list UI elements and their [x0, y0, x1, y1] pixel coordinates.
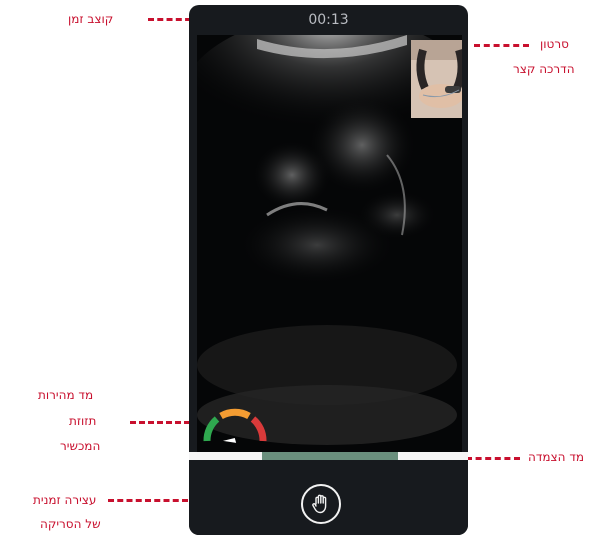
adhesion-meter-fill: [261, 452, 399, 460]
annotation-pause-line2: של הסריקה: [40, 517, 101, 531]
ultrasound-image: [197, 35, 462, 453]
dashed-pointer-speed: [130, 421, 190, 424]
annotation-speed-line1: מד מהירות: [38, 388, 94, 402]
annotation-adhesion: מד הצמדה: [528, 450, 585, 464]
speed-gauge-needle: [222, 438, 237, 443]
dashed-pointer-tutorial: [474, 44, 529, 47]
bottom-controls: [189, 460, 468, 535]
annotation-timer-rate: קוצב זמן: [68, 12, 114, 26]
phone-screen: 00:13: [189, 5, 468, 535]
adhesion-meter: [189, 452, 468, 460]
tutorial-video-thumbnail[interactable]: [411, 40, 462, 118]
annotation-tutorial-line2: הדרכה קצר: [513, 62, 575, 76]
dashed-pointer-pause: [108, 499, 188, 502]
hand-icon: [312, 494, 327, 514]
annotation-speed-line3: המכשיר: [60, 439, 101, 453]
tutorial-video-preview: [411, 40, 462, 118]
annotation-speed-line2: תזוזת: [69, 414, 97, 428]
scan-timer: 00:13: [308, 12, 349, 28]
pause-scan-button[interactable]: [301, 484, 341, 524]
annotation-tutorial-line1: סרטון: [540, 37, 569, 51]
speed-gauge: [203, 408, 267, 443]
annotation-pause-line1: עצירה זמנית: [33, 493, 97, 507]
dashed-pointer-adhesion: [466, 457, 520, 460]
